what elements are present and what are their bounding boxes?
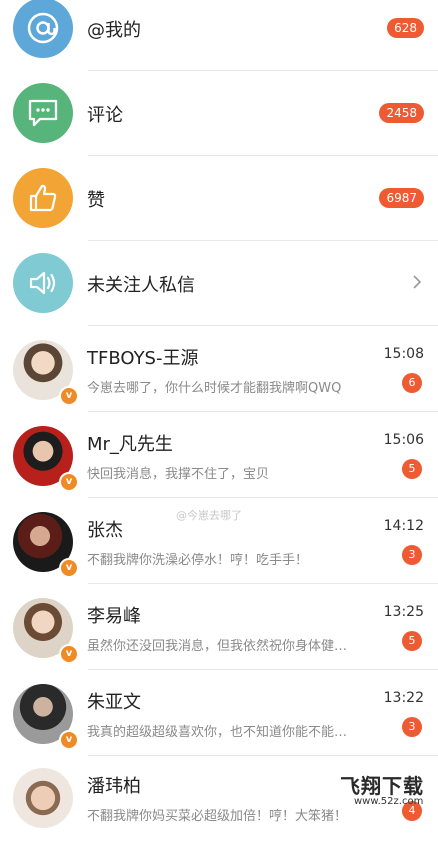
speaker-icon (13, 253, 73, 313)
message-preview: 虽然你还没回我消息，但我依然祝你身体健… (87, 639, 348, 654)
message-time: 15:06 (383, 432, 424, 448)
contact-name: 张杰 (87, 520, 123, 541)
contact-name: Mr_凡先生 (87, 434, 173, 455)
conversation-row[interactable]: v TFBOYS-王源 15:08 今崽去哪了，你什么时候才能翻我牌啊QWQ 6 (0, 326, 438, 412)
unread-count-badge: 6 (402, 373, 422, 393)
comments-count-badge: 2458 (379, 103, 424, 123)
unread-count-badge: 3 (402, 545, 422, 565)
site-logo-name: 飞翔下载 (340, 774, 424, 798)
message-time: 13:22 (383, 690, 424, 706)
message-preview: 快回我消息，我撑不住了，宝贝 (87, 467, 270, 482)
contact-name: TFBOYS-王源 (87, 348, 199, 369)
conversation-row[interactable]: v Mr_凡先生 15:06 快回我消息，我撑不住了，宝贝 5 (0, 412, 438, 498)
mentions-count-badge: 628 (387, 18, 424, 38)
message-preview: 今崽去哪了，你什么时候才能翻我牌啊QWQ (87, 381, 342, 396)
unread-count-badge: 5 (402, 631, 422, 651)
verified-badge: v (59, 644, 79, 664)
message-preview: 我真的超级超级喜欢你，也不知道你能不能… (87, 725, 348, 740)
message-time: 15:08 (383, 346, 424, 362)
unfollowed-messages-label: 未关注人私信 (87, 275, 195, 296)
site-logo-url: www.52z.com (354, 796, 424, 807)
thumbs-up-icon (13, 168, 73, 228)
conversation-row[interactable]: v 朱亚文 13:22 我真的超级超级喜欢你，也不知道你能不能… 3 (0, 670, 438, 756)
weibo-watermark: @今崽去哪了 (176, 509, 242, 522)
notification-row-unfollowed-messages[interactable]: 未关注人私信 (0, 241, 438, 326)
avatar (13, 768, 73, 828)
message-time: 13:25 (383, 604, 424, 620)
verified-badge: v (59, 386, 79, 406)
likes-label: 赞 (87, 190, 105, 211)
notification-row-comments[interactable]: 评论 2458 (0, 71, 438, 156)
unread-count-badge: 3 (402, 717, 422, 737)
notification-row-likes[interactable]: 赞 6987 (0, 156, 438, 241)
message-time: 14:12 (383, 518, 424, 534)
at-icon (13, 0, 73, 58)
comments-label: 评论 (87, 105, 123, 126)
verified-badge: v (59, 472, 79, 492)
unread-count-badge: 5 (402, 459, 422, 479)
mentions-label: @我的 (87, 20, 141, 41)
notification-row-mentions[interactable]: @我的 628 (0, 0, 438, 71)
verified-badge: v (59, 730, 79, 750)
likes-count-badge: 6987 (379, 188, 424, 208)
contact-name: 朱亚文 (87, 692, 141, 713)
contact-name: 潘玮柏 (87, 776, 141, 797)
conversation-row[interactable]: v 李易峰 13:25 虽然你还没回我消息，但我依然祝你身体健… 5 (0, 584, 438, 670)
site-logo: 飞翔下载 www.52z.com (322, 770, 430, 812)
comment-icon (13, 83, 73, 143)
contact-name: 李易峰 (87, 606, 141, 627)
chevron-right-icon (412, 274, 422, 294)
message-preview: 不翻我牌你洗澡必停水！哼！吃手手！ (87, 553, 309, 568)
verified-badge: v (59, 558, 79, 578)
